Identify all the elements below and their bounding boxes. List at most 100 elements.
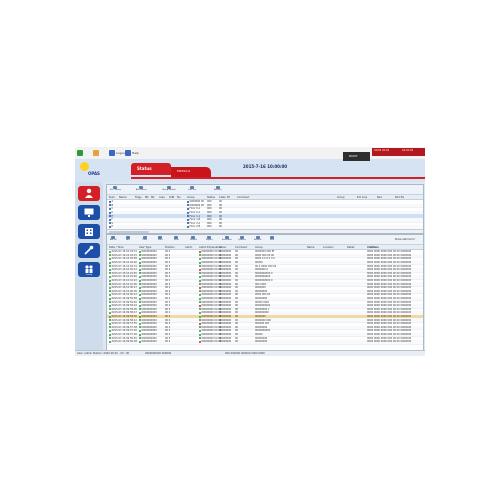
monitor-icon [83, 207, 95, 218]
header-bar: OPAS Status MST02-0 2015-7-16 10:00:00 [75, 159, 425, 182]
column-header[interactable]: Group [255, 246, 263, 249]
column-header[interactable]: Group [187, 196, 195, 199]
tool-label: Options [238, 239, 246, 241]
tab-system[interactable]: MST02-0 [171, 167, 211, 177]
sun-logo-icon [80, 162, 89, 171]
tool-label: Filter [174, 239, 179, 241]
tool-ack[interactable]: Ack [126, 236, 130, 241]
logout-icon [109, 150, 115, 156]
tool-options[interactable]: Options [238, 236, 246, 241]
cell-text: 0000 0000 0000 000 00 00 0000000 [367, 340, 412, 344]
tool-export[interactable]: Export [206, 236, 213, 241]
cell-text: 00 [235, 340, 239, 344]
cell-time: 2015-07-16 09:56:28 [109, 340, 137, 343]
toolbar-item-3[interactable]: Help [125, 149, 139, 157]
column-header[interactable]: Name [307, 246, 314, 249]
logo-text: OPAS [88, 171, 100, 176]
tool-label: Extended [222, 239, 232, 241]
tab-status[interactable]: Status [131, 163, 171, 175]
column-header[interactable]: Location [323, 246, 334, 249]
help-icon [125, 150, 131, 156]
tool-label: Ack [126, 239, 130, 241]
column-header[interactable]: Mk [151, 196, 155, 199]
column-header[interactable]: Group [337, 196, 345, 199]
alarm-filter-label: Show alarms for [394, 238, 415, 241]
status-bar-field: 000 000000 000000 0000 0000 [225, 352, 265, 355]
tool-ack-status[interactable]: Ack status [136, 186, 146, 191]
sidebar-nav-person-alert[interactable] [78, 186, 100, 201]
column-header[interactable]: Area [159, 196, 165, 199]
toolbar-item-1[interactable] [93, 149, 100, 157]
column-header[interactable]: Nu [177, 196, 180, 199]
sidebar-nav-people[interactable]: Config [78, 262, 100, 277]
tool-group-details[interactable]: Group Details [162, 186, 176, 191]
column-header[interactable]: Detail [347, 246, 354, 249]
column-header[interactable]: Value [219, 246, 226, 249]
cell-cmt: 00 [235, 340, 238, 343]
cell-com: 00000000 [255, 340, 267, 343]
user-indicator: ROOT [343, 152, 370, 161]
tool-print[interactable]: Print [158, 236, 163, 241]
scrollbar-thumb[interactable] [109, 230, 149, 233]
tool-label: Ack status [136, 189, 147, 191]
tool-ext-status[interactable]: Ext. Status [110, 186, 121, 191]
column-header[interactable]: Kbd Pls [395, 196, 404, 199]
tool-refresh[interactable]: Refresh [214, 186, 222, 191]
column-header[interactable]: Name [119, 196, 126, 199]
sidebar-nav-building[interactable] [78, 224, 100, 239]
exit-icon [77, 150, 83, 156]
cell-text: 2015-07-16 09:56:28 [111, 340, 137, 344]
column-header[interactable]: Comment [237, 196, 249, 199]
column-header[interactable]: SUB [169, 196, 174, 199]
alarm-row[interactable]: 2015-07-16 09:56:28 0000000000 00 0 0000000… [107, 340, 423, 345]
column-header[interactable]: User Type [139, 246, 151, 249]
app-logo: OPAS [77, 161, 105, 179]
user-icon [93, 150, 99, 156]
tool-label: Ext. Status [110, 189, 121, 191]
cell-text: 00 0 [165, 340, 171, 344]
cell-text: 00000000 [255, 340, 268, 344]
top-horizontal-scrollbar[interactable] [107, 229, 423, 233]
column-header[interactable]: Mk [145, 196, 149, 199]
tool-filter[interactable]: Filter [174, 236, 179, 241]
cell-val: 00000000 [219, 340, 231, 343]
building-icon [83, 226, 95, 237]
column-header[interactable]: Pri [227, 196, 230, 199]
column-header[interactable]: Ext Line [357, 196, 367, 199]
sidebar-nav-monitor[interactable] [78, 205, 100, 220]
column-header[interactable]: Position [165, 246, 175, 249]
tool-lock-list[interactable]: Lock list [188, 186, 196, 191]
sidebar-nav-tools[interactable] [78, 243, 100, 258]
column-header[interactable]: Address [369, 246, 379, 249]
sidebar-nav-caption: Config [85, 274, 93, 276]
tool-find[interactable]: Find [270, 236, 274, 241]
column-header[interactable]: Comment [235, 246, 247, 249]
tool-label: Print [158, 239, 163, 241]
tool-extended[interactable]: Extended [222, 236, 232, 241]
tab-status-label: Status [137, 166, 152, 171]
column-header[interactable]: Class [219, 196, 226, 199]
tool-label: Refresh [214, 189, 222, 191]
status-bar-field: User: admin Station: 0000-00 00 - 00 : 0… [77, 352, 130, 355]
column-header[interactable]: Nsd [377, 196, 382, 199]
column-header[interactable]: Alarm [185, 246, 192, 249]
tool-details[interactable]: Details [190, 236, 197, 241]
bottom-panel-toolbar: Ack all Ack Clear Print Filter Details Export E… [107, 235, 423, 245]
tool-label: Lock list [188, 189, 197, 191]
column-header[interactable]: Flags [135, 196, 142, 199]
cell-expl: 00000000 00 00 [199, 340, 221, 343]
toolbar-item-2[interactable]: Logout [109, 149, 126, 157]
tool-clear[interactable]: Clear [142, 236, 147, 241]
station-status-panel: Ext. Status Ack status Group Details Lock l… [106, 184, 424, 234]
tool-label: Clear [142, 239, 148, 241]
tool-refresh[interactable]: Refresh [254, 236, 262, 241]
column-header[interactable]: Date / Time [109, 246, 124, 249]
column-header[interactable]: Status [207, 196, 215, 199]
toolbar-item-0[interactable] [77, 149, 84, 157]
tool-ack-all[interactable]: Ack all [110, 236, 117, 241]
clock-panel: 00/00 00:00 00:00:00 [372, 148, 425, 156]
column-header[interactable]: Num [109, 196, 115, 199]
sidebar: Config [75, 182, 103, 350]
status-bar-field: 0000000000 000000 [145, 352, 172, 355]
top-panel-toolbar: Ext. Status Ack status Group Details Lock l… [107, 185, 423, 195]
